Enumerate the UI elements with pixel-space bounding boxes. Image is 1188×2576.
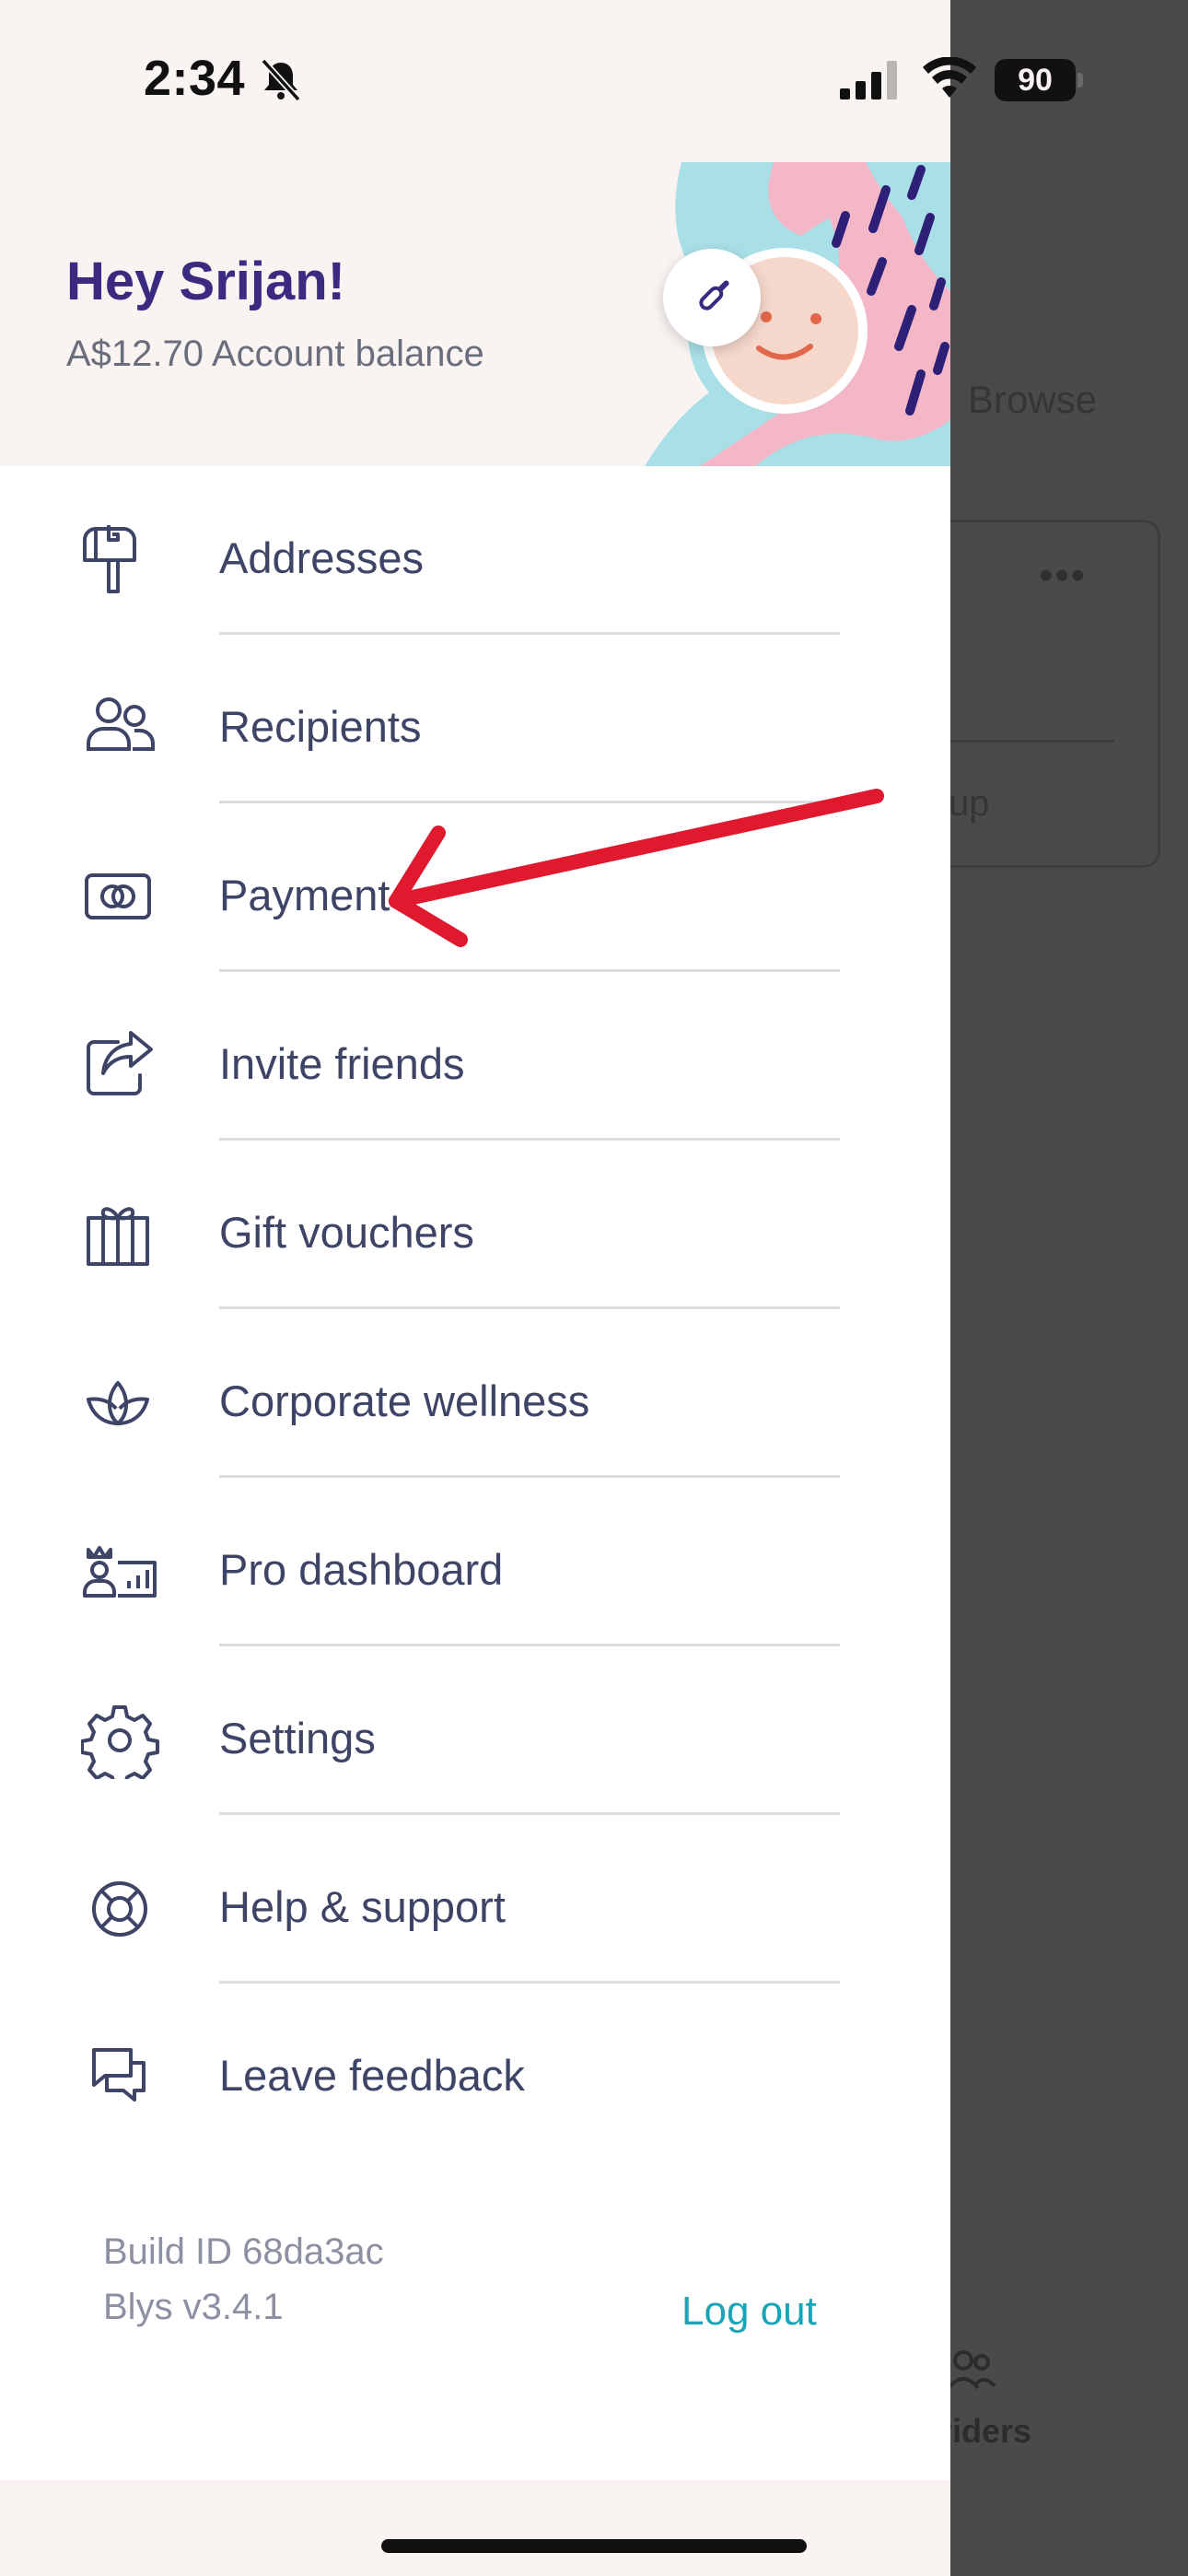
- menu-label: Recipients: [219, 702, 422, 751]
- status-bar: 2:34 90: [0, 0, 1188, 157]
- providers-tab-icon: [947, 2350, 996, 2390]
- annotation-arrow: [389, 789, 884, 947]
- bell-slash-icon: [261, 58, 301, 102]
- menu-label: Settings: [219, 1714, 376, 1762]
- balance-amount: A$12.70: [66, 334, 204, 374]
- card-button: up: [949, 783, 990, 824]
- menu-label: Invite friends: [219, 1039, 465, 1088]
- pencil-icon: [699, 280, 729, 310]
- lotus-icon: [87, 1381, 149, 1425]
- menu-label: Leave feedback: [219, 2051, 525, 2100]
- drawer-bottom-bar: [0, 2480, 950, 2576]
- menu-label: Corporate wellness: [219, 1376, 590, 1425]
- chat-bubbles-icon: [92, 2048, 146, 2102]
- logout-button[interactable]: Log out: [681, 2289, 817, 2335]
- cellular-signal-icon: [840, 61, 897, 100]
- navigation-drawer: Hey Srijan! A$12.70 Account balance Addr…: [0, 0, 950, 2576]
- more-icon: •••: [1039, 553, 1088, 598]
- battery-level: 90: [995, 59, 1076, 101]
- menu-label: Pro dashboard: [219, 1545, 504, 1594]
- drawer-footer: Build ID 68da3ac Blys v3.4.1 Log out: [0, 2211, 950, 2488]
- menu-label: Gift vouchers: [219, 1208, 474, 1257]
- gift-icon: [87, 1207, 149, 1266]
- menu-item-settings[interactable]: Settings: [0, 1646, 950, 1815]
- edit-profile-button[interactable]: [663, 249, 761, 346]
- menu-item-leave-feedback[interactable]: Leave feedback: [0, 1984, 950, 2152]
- browse-tab: Browse: [968, 378, 1098, 421]
- menu-label: Help & support: [219, 1882, 506, 1931]
- lifebuoy-icon: [92, 1881, 147, 1937]
- balance-label: Account balance: [211, 334, 484, 374]
- menu-item-corporate-wellness[interactable]: Corporate wellness: [0, 1309, 950, 1478]
- greeting: Hey Srijan!: [66, 252, 345, 311]
- pro-dashboard-icon: [83, 1546, 157, 1598]
- gear-icon: [81, 1705, 159, 1779]
- menu-item-addresses[interactable]: Addresses: [0, 466, 950, 635]
- battery-icon: 90: [995, 59, 1083, 101]
- people-icon: [87, 697, 155, 751]
- card-icon: [85, 873, 151, 919]
- wifi-icon: [923, 57, 976, 98]
- mailbox-icon: [83, 525, 136, 593]
- menu-item-pro-dashboard[interactable]: Pro dashboard: [0, 1478, 950, 1646]
- menu-label: Addresses: [219, 533, 425, 582]
- home-indicator: [381, 2539, 807, 2553]
- app-version: Blys v3.4.1: [103, 2287, 284, 2327]
- status-time: 2:34: [144, 51, 246, 106]
- account-balance: A$12.70 Account balance: [66, 334, 484, 375]
- providers-tab-label: riders: [939, 2412, 1032, 2450]
- build-id: Build ID 68da3ac: [103, 2231, 384, 2272]
- battery-nub: [1077, 73, 1083, 88]
- menu-item-gift-vouchers[interactable]: Gift vouchers: [0, 1141, 950, 1309]
- share-icon: [87, 1031, 153, 1095]
- menu-item-invite-friends[interactable]: Invite friends: [0, 972, 950, 1141]
- menu-label: Payment: [219, 871, 390, 919]
- menu-item-help-support[interactable]: Help & support: [0, 1815, 950, 1984]
